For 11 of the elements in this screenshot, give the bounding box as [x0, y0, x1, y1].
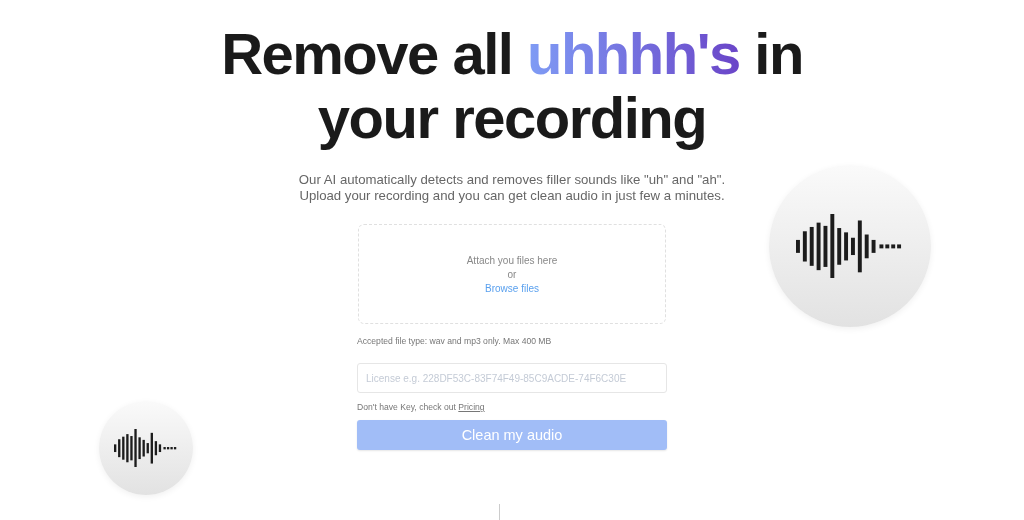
- waveform-icon: [114, 428, 178, 468]
- browse-files-link[interactable]: Browse files: [485, 282, 539, 294]
- key-note: Don't have Key, check out: [357, 402, 457, 412]
- dropzone-prompt: Attach you files here: [466, 254, 558, 266]
- file-dropzone[interactable]: Attach you files here or Browse files: [358, 224, 666, 324]
- dropzone-separator: or: [507, 268, 517, 280]
- file-type-note: Accepted file type: wav and mp3 only. Max 400 MB: [357, 336, 553, 346]
- headline: Remove all uhhhh's in your recording: [220, 22, 804, 150]
- description: Our AI automatically detects and removes filler sounds like "uh" and "ah". Upload your recording and you can get clean audio in just few a minutes.: [297, 172, 727, 204]
- waveform-icon: [796, 213, 904, 279]
- pricing-link[interactable]: Pricing: [458, 402, 485, 412]
